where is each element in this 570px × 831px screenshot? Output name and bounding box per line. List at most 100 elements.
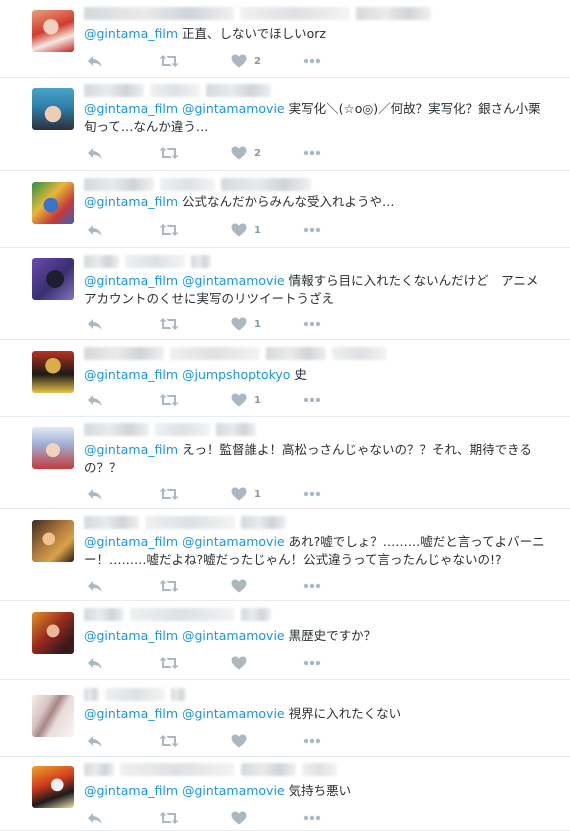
tweet-text: @gintama_film えっ！監督誰よ！高松っさんじゃないの？？それ、期待で… (84, 441, 548, 477)
avatar[interactable] (32, 427, 74, 469)
mention-link[interactable]: @jumpshoptokyo (182, 367, 290, 382)
tweet-text: @gintama_film 公式なんだからみんな受入れようや… (84, 193, 548, 211)
tweet[interactable]: @gintama_film 正直、しないでほしいorz 2 (0, 0, 570, 78)
like-button[interactable] (231, 578, 247, 594)
tweet[interactable]: @gintama_film @gintamamovie 情報すら目に入れたくない… (0, 248, 570, 340)
redacted-block (216, 422, 256, 436)
reply-button[interactable] (87, 655, 103, 671)
tweet[interactable]: @gintama_film @gintamamovie あれ?嘘でしょ？………嘘… (0, 509, 570, 601)
mention-link[interactable]: @gintama_film (84, 101, 178, 116)
like-button[interactable]: 2 (231, 53, 261, 69)
more-button[interactable] (303, 578, 321, 594)
retweet-button[interactable] (159, 316, 179, 332)
tweet[interactable]: @gintama_film えっ！監督誰よ！高松っさんじゃないの？？それ、期待で… (0, 417, 570, 509)
more-button[interactable] (303, 53, 321, 69)
redacted-block (241, 607, 271, 621)
avatar[interactable] (32, 520, 74, 562)
more-button[interactable] (303, 222, 321, 238)
like-icon (231, 54, 247, 68)
like-icon (231, 487, 247, 501)
reply-button[interactable] (87, 578, 103, 594)
mention-link[interactable]: @gintamamovie (182, 101, 285, 116)
reply-button[interactable] (87, 53, 103, 69)
avatar[interactable] (32, 351, 74, 393)
reply-icon (87, 317, 103, 331)
reply-icon (87, 54, 103, 68)
avatar[interactable] (32, 612, 74, 654)
like-button[interactable] (231, 655, 247, 671)
reply-button[interactable] (87, 145, 103, 161)
redacted-block (125, 254, 185, 268)
retweet-button[interactable] (159, 810, 179, 826)
like-button[interactable] (231, 810, 247, 826)
reply-button[interactable] (87, 222, 103, 238)
tweet[interactable]: @gintama_film 公式なんだからみんな受入れようや… 1 (0, 171, 570, 248)
mention-link[interactable]: @gintama_film (84, 442, 178, 457)
reply-icon (87, 579, 103, 593)
redacted-block (160, 177, 215, 191)
avatar[interactable] (32, 10, 74, 52)
like-button[interactable]: 2 (231, 145, 261, 161)
mention-link[interactable]: @gintamamovie (182, 273, 285, 288)
like-icon (231, 811, 247, 825)
mention-link[interactable]: @gintama_film (84, 273, 178, 288)
mention-link[interactable]: @gintamamovie (182, 706, 285, 721)
mention-link[interactable]: @gintama_film (84, 628, 178, 643)
avatar[interactable] (32, 766, 74, 808)
mention-link[interactable]: @gintamamovie (182, 628, 285, 643)
more-button[interactable] (303, 810, 321, 826)
mention-link[interactable]: @gintama_film (84, 194, 178, 209)
retweet-button[interactable] (159, 578, 179, 594)
author-header-redacted (84, 686, 192, 702)
tweet[interactable]: @gintama_film @jumpshoptokyo 史 1 (0, 340, 570, 417)
tweet[interactable]: @gintama_film @gintamamovie 気持ち悪い (0, 757, 570, 831)
reply-icon (87, 487, 103, 501)
reply-button[interactable] (87, 810, 103, 826)
mention-link[interactable]: @gintamamovie (182, 534, 285, 549)
retweet-icon (159, 146, 179, 160)
like-button[interactable] (231, 733, 247, 749)
tweet-text: @gintama_film @gintamamovie 情報すら目に入れたくない… (84, 272, 548, 308)
reply-button[interactable] (87, 486, 103, 502)
like-button[interactable]: 1 (231, 486, 261, 502)
retweet-button[interactable] (159, 222, 179, 238)
tweet[interactable]: @gintama_film @gintamamovie 視界に入れたくない (0, 680, 570, 757)
more-button[interactable] (303, 733, 321, 749)
redacted-block (130, 607, 235, 621)
mention-link[interactable]: @gintama_film (84, 534, 178, 549)
retweet-button[interactable] (159, 733, 179, 749)
like-button[interactable]: 1 (231, 392, 261, 408)
like-button[interactable]: 1 (231, 222, 261, 238)
reply-button[interactable] (87, 733, 103, 749)
mention-link[interactable]: @gintama_film (84, 706, 178, 721)
more-button[interactable] (303, 145, 321, 161)
like-button[interactable]: 1 (231, 316, 261, 332)
more-button[interactable] (303, 655, 321, 671)
mention-link[interactable]: @gintama_film (84, 367, 178, 382)
redacted-block (84, 83, 144, 97)
more-button[interactable] (303, 316, 321, 332)
retweet-button[interactable] (159, 145, 179, 161)
tweet-actions (84, 578, 334, 594)
more-button[interactable] (303, 486, 321, 502)
mention-link[interactable]: @gintama_film (84, 26, 178, 41)
avatar[interactable] (32, 88, 74, 130)
more-button[interactable] (303, 392, 321, 408)
like-icon (231, 734, 247, 748)
avatar[interactable] (32, 258, 74, 300)
tweet[interactable]: @gintama_film @gintamamovie 実写化＼(☆o◎)／何故… (0, 78, 570, 171)
retweet-button[interactable] (159, 53, 179, 69)
avatar[interactable] (32, 182, 74, 224)
retweet-button[interactable] (159, 392, 179, 408)
retweet-button[interactable] (159, 655, 179, 671)
reply-button[interactable] (87, 316, 103, 332)
mention-link[interactable]: @gintamamovie (182, 783, 285, 798)
redacted-block (302, 762, 337, 776)
tweet[interactable]: @gintama_film @gintamamovie 黒歴史ですか？ (0, 601, 570, 680)
retweet-button[interactable] (159, 486, 179, 502)
reply-icon (87, 656, 103, 670)
reply-button[interactable] (87, 392, 103, 408)
mention-link[interactable]: @gintama_film (84, 783, 178, 798)
more-icon (303, 491, 321, 497)
avatar[interactable] (32, 695, 74, 737)
